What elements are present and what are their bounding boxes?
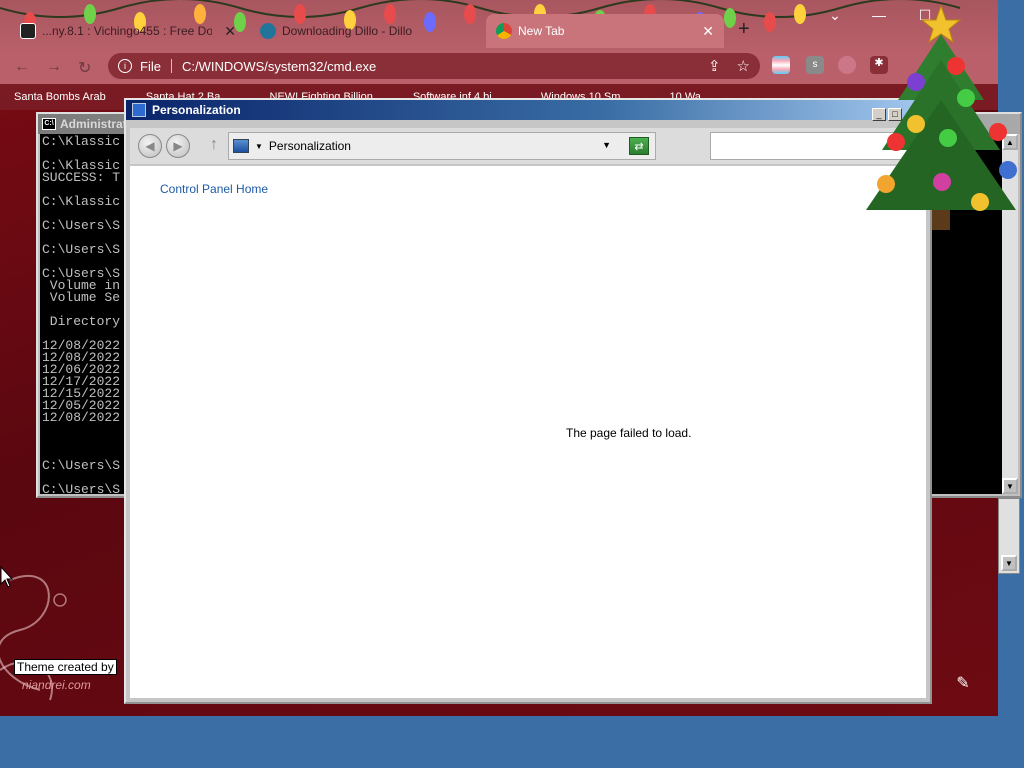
explorer-navigation-bar: ◀ ▶ ↑ ▼ Personalization ▼ ⇄ (130, 128, 926, 164)
cmd-icon: C:\ (42, 118, 56, 130)
tab-label: New Tab (518, 24, 565, 38)
extension-flag-icon[interactable] (772, 56, 790, 74)
archive-icon (20, 23, 36, 39)
breadcrumb-caret-icon[interactable]: ▼ (255, 142, 263, 151)
wordpress-icon (260, 23, 276, 39)
scroll-down-arrow-icon[interactable]: ▼ (1002, 478, 1018, 494)
tab-label: Downloading Dillo - Dillo (282, 24, 412, 38)
error-message: The page failed to load. (566, 426, 692, 440)
desktop-background (0, 716, 1024, 768)
address-dropdown-icon[interactable]: ▼ (602, 140, 611, 150)
address-bar[interactable]: i File C:/WINDOWS/system32/cmd.exe ⇪ ☆ (108, 53, 760, 79)
bookmark-star-icon[interactable]: ☆ (737, 57, 750, 75)
profile-avatar[interactable] (838, 56, 856, 74)
bookmark-item[interactable]: Santa Bombs Arab (14, 91, 106, 103)
address-breadcrumb[interactable]: ▼ Personalization ▼ ⇄ (228, 132, 656, 160)
url-text[interactable]: C:/WINDOWS/system32/cmd.exe (182, 59, 376, 74)
new-tab-button[interactable]: + (738, 18, 750, 41)
tab-close-button[interactable]: ✕ (702, 23, 714, 40)
tab-new-tab[interactable]: New Tab ✕ (486, 14, 724, 48)
tab-archive[interactable]: ...ny.8.1 : Vichingo455 : Free Down ✕ (10, 14, 246, 48)
extension-s-icon[interactable]: s (806, 56, 824, 74)
tab-dillo[interactable]: Downloading Dillo - Dillo (250, 14, 478, 48)
control-panel-icon (233, 139, 249, 153)
tab-label: ...ny.8.1 : Vichingo455 : Free Down (42, 24, 212, 38)
tab-strip: ...ny.8.1 : Vichingo455 : Free Down ✕ Do… (0, 0, 998, 52)
swirl-decoration (0, 574, 67, 701)
control-panel-icon (132, 103, 146, 117)
personalization-window: Personalization _ □ ◀ ▶ ↑ ▼ Personalizat… (124, 98, 932, 704)
background-window-scrollbar[interactable]: ▼ (998, 498, 1020, 574)
back-button[interactable]: ◀ (138, 134, 162, 158)
share-icon[interactable]: ⇪ (708, 57, 721, 75)
tab-close-button[interactable]: ✕ (224, 23, 236, 40)
reload-icon[interactable]: ↻ (78, 58, 91, 78)
minimize-button[interactable]: ⌄ (814, 0, 856, 30)
theme-site-label: niandrei.com (22, 678, 91, 692)
info-icon[interactable]: i (118, 59, 132, 73)
refresh-icon[interactable]: ⇄ (629, 137, 649, 155)
up-arrow-icon[interactable]: ↑ (210, 136, 218, 154)
back-arrow-icon[interactable]: ← (14, 58, 30, 76)
control-panel-home-link[interactable]: Control Panel Home (160, 182, 268, 196)
theme-credit-label: Theme created by (14, 659, 117, 675)
customize-pencil-icon[interactable]: ✎ (948, 668, 978, 698)
scheme-label: File (140, 58, 161, 74)
breadcrumb-item[interactable]: Personalization (269, 139, 351, 153)
divider (170, 59, 172, 73)
mouse-cursor-icon (0, 566, 14, 588)
content-pane: Control Panel Home The page failed to lo… (130, 166, 926, 698)
personalization-titlebar[interactable]: Personalization (126, 100, 930, 120)
christmas-tree-decoration (866, 4, 1017, 230)
forward-button[interactable]: ▶ (166, 134, 190, 158)
forward-arrow-icon[interactable]: → (46, 58, 62, 76)
scroll-down-arrow-icon[interactable]: ▼ (1001, 555, 1017, 571)
window-title: Personalization (152, 103, 241, 117)
chrome-icon (496, 23, 512, 39)
